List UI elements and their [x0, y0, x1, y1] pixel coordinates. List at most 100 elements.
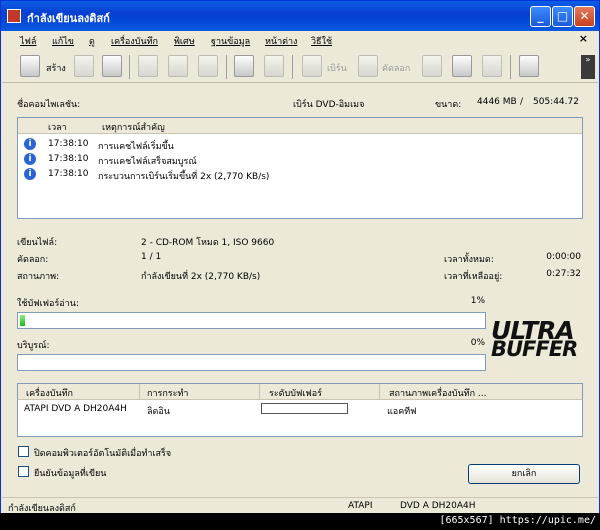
- size-separator: /: [520, 97, 524, 107]
- new-document-icon[interactable]: [20, 55, 40, 77]
- app-icon: [7, 9, 21, 23]
- burn-icon[interactable]: [302, 55, 322, 77]
- event-time: 17:38:10: [48, 154, 89, 164]
- info-icon: i: [24, 168, 36, 180]
- copy-disc-icon[interactable]: [358, 55, 378, 77]
- event-row: i 17:38:10 การแคชไฟล์เสร็จสมบูรณ์: [18, 153, 578, 168]
- column-recorder-status[interactable]: สถานภาพเครื่องบันทึก ...: [389, 386, 487, 400]
- read-buffer-fill: [20, 315, 25, 326]
- menu-edit[interactable]: แก้ไข: [52, 34, 74, 48]
- toolbar-separator: [129, 55, 130, 79]
- complete-bar: [17, 354, 486, 371]
- write-file-value: 2 - CD-ROM โหมด 1, ISO 9660: [141, 238, 275, 248]
- toolbar-separator: [226, 55, 227, 79]
- edit-icon[interactable]: [264, 55, 284, 77]
- menu-database[interactable]: ฐานข้อมูล: [211, 34, 250, 48]
- cancel-button[interactable]: ยกเลิก: [468, 464, 580, 484]
- title-bar: กำลังเขียนลงดิสก์ _ □ ✕: [1, 1, 599, 31]
- status-drive-bus: ATAPI: [348, 501, 373, 511]
- remaining-label: เวลาที่เหลืออยู่:: [444, 272, 503, 282]
- menu-recorder[interactable]: เครื่องบันทึก: [111, 34, 158, 48]
- toolbar-separator: [292, 55, 293, 79]
- read-buffer-bar: [17, 312, 486, 329]
- complete-percent: 0%: [470, 338, 485, 348]
- toolbar-separator: [510, 55, 511, 79]
- column-divider: [379, 384, 380, 400]
- toolbar: สร้าง เบิร์น คัดลอก »: [2, 49, 598, 83]
- total-time-value: 0:00:00: [546, 252, 581, 262]
- menu-view[interactable]: ดู: [89, 34, 95, 48]
- column-divider: [259, 384, 260, 400]
- total-time-label: เวลาทั้งหมด:: [444, 255, 494, 265]
- column-event[interactable]: เหตุการณ์สำคัญ: [102, 120, 165, 134]
- burn-button-label[interactable]: เบิร์น: [327, 61, 347, 75]
- column-recorder[interactable]: เครื่องบันทึก: [26, 386, 73, 400]
- column-time[interactable]: เวลา: [48, 120, 67, 134]
- recorder-list[interactable]: เครื่องบันทึก การกระทำ ระดับบัฟเฟอร์ สถา…: [17, 383, 583, 437]
- recorder-buffer-bar: [261, 403, 348, 414]
- column-divider: [139, 384, 140, 400]
- event-text: การแคชไฟล์เริ่มขึ้น: [98, 142, 174, 152]
- menu-bar: ไฟล์ แก้ไข ดู เครื่องบันทึก พิเศษ ฐานข้อ…: [2, 31, 598, 49]
- eject-icon[interactable]: [452, 55, 472, 77]
- logo-line-2: BUFFER: [491, 337, 578, 361]
- burn-mode: เบิร์น DVD-อิมเมจ: [293, 100, 365, 110]
- image-host-footer: [665x567] https://upic.me/: [0, 513, 600, 530]
- recorder-action: ลิดอิน: [147, 407, 170, 417]
- recorder-name: ATAPI DVD A DH20A4H: [24, 404, 127, 414]
- cut-icon[interactable]: [138, 55, 158, 77]
- complete-label: บริบูรณ์:: [17, 341, 50, 351]
- ultrabuffer-logo: ULTRA BUFFER: [491, 318, 578, 361]
- event-text: กระบวนการเบิร์นเริ่มขึ้นที่ 2x (2,770 KB…: [98, 172, 270, 182]
- maximize-button[interactable]: □: [552, 6, 573, 27]
- status-bar: กำลังเขียนลงดิสก์ ATAPI DVD A DH20A4H: [2, 497, 598, 514]
- event-log[interactable]: เวลา เหตุการณ์สำคัญ i 17:38:10 การแคชไฟล…: [17, 117, 583, 219]
- window-title: กำลังเขียนลงดิสก์: [27, 12, 110, 25]
- read-buffer-label: ใช้บัฟเฟอร์อ่าน:: [17, 299, 79, 309]
- verify-checkbox[interactable]: [18, 466, 29, 477]
- compilation-label: ชื่อคอมไพเลชัน:: [17, 100, 81, 110]
- info-icon: i: [24, 153, 36, 165]
- status-drive-name: DVD A DH20A4H: [400, 501, 476, 511]
- column-buffer-level[interactable]: ระดับบัฟเฟอร์: [269, 386, 322, 400]
- paste-icon[interactable]: [198, 55, 218, 77]
- minimize-button[interactable]: _: [530, 6, 551, 27]
- menu-file[interactable]: ไฟล์: [20, 34, 36, 48]
- column-action[interactable]: การกระทำ: [147, 386, 188, 400]
- remaining-value: 0:27:32: [546, 269, 581, 279]
- burn-wizard-icon[interactable]: [234, 55, 254, 77]
- menu-help[interactable]: วิธีใช้: [311, 34, 332, 48]
- shutdown-label[interactable]: ปิดคอมพิวเตอร์อัตโนมัติเมื่อทำเสร็จ: [34, 446, 171, 460]
- menu-window[interactable]: หน้าต่าง: [265, 34, 297, 48]
- copies-label: คัดลอก:: [17, 255, 49, 265]
- shutdown-checkbox[interactable]: [18, 446, 29, 457]
- event-time: 17:38:10: [48, 169, 89, 179]
- drive-icon[interactable]: [482, 55, 502, 77]
- open-icon[interactable]: [74, 55, 94, 77]
- copy-icon[interactable]: [168, 55, 188, 77]
- new-button-label[interactable]: สร้าง: [46, 61, 66, 75]
- event-text: การแคชไฟล์เสร็จสมบูรณ์: [98, 157, 197, 167]
- image-host-caption: [665x567] https://upic.me/: [439, 515, 596, 526]
- size-label: ขนาด:: [435, 100, 462, 110]
- mdi-close-icon[interactable]: ×: [579, 32, 588, 45]
- write-file-label: เขียนไฟล์:: [17, 238, 58, 248]
- info-icon: i: [24, 138, 36, 150]
- copies-value: 1 / 1: [141, 252, 162, 262]
- verify-label[interactable]: ยืนยันข้อมูลที่เขียน: [34, 466, 106, 480]
- state-value: กำลังเขียนที่ 2x (2,770 KB/s): [141, 272, 261, 282]
- close-button[interactable]: ✕: [574, 6, 595, 27]
- event-log-header: เวลา เหตุการณ์สำคัญ: [18, 118, 582, 134]
- disc-info-icon[interactable]: [422, 55, 442, 77]
- read-buffer-percent: 1%: [470, 296, 485, 306]
- size-value: 4446 MB: [477, 97, 517, 107]
- event-time: 17:38:10: [48, 139, 89, 149]
- menu-extras[interactable]: พิเศษ: [174, 34, 195, 48]
- recorder-select-icon[interactable]: [519, 55, 539, 77]
- time-value: 505:44.72: [533, 97, 579, 107]
- toolbar-chevron-icon[interactable]: »: [581, 55, 595, 79]
- recorder-list-header: เครื่องบันทึก การกระทำ ระดับบัฟเฟอร์ สถา…: [18, 384, 582, 400]
- save-icon[interactable]: [102, 55, 122, 77]
- burn-progress-window: กำลังเขียนลงดิสก์ _ □ ✕ ไฟล์ แก้ไข ดู เค…: [0, 0, 600, 530]
- copy-button-label[interactable]: คัดลอก: [382, 61, 410, 75]
